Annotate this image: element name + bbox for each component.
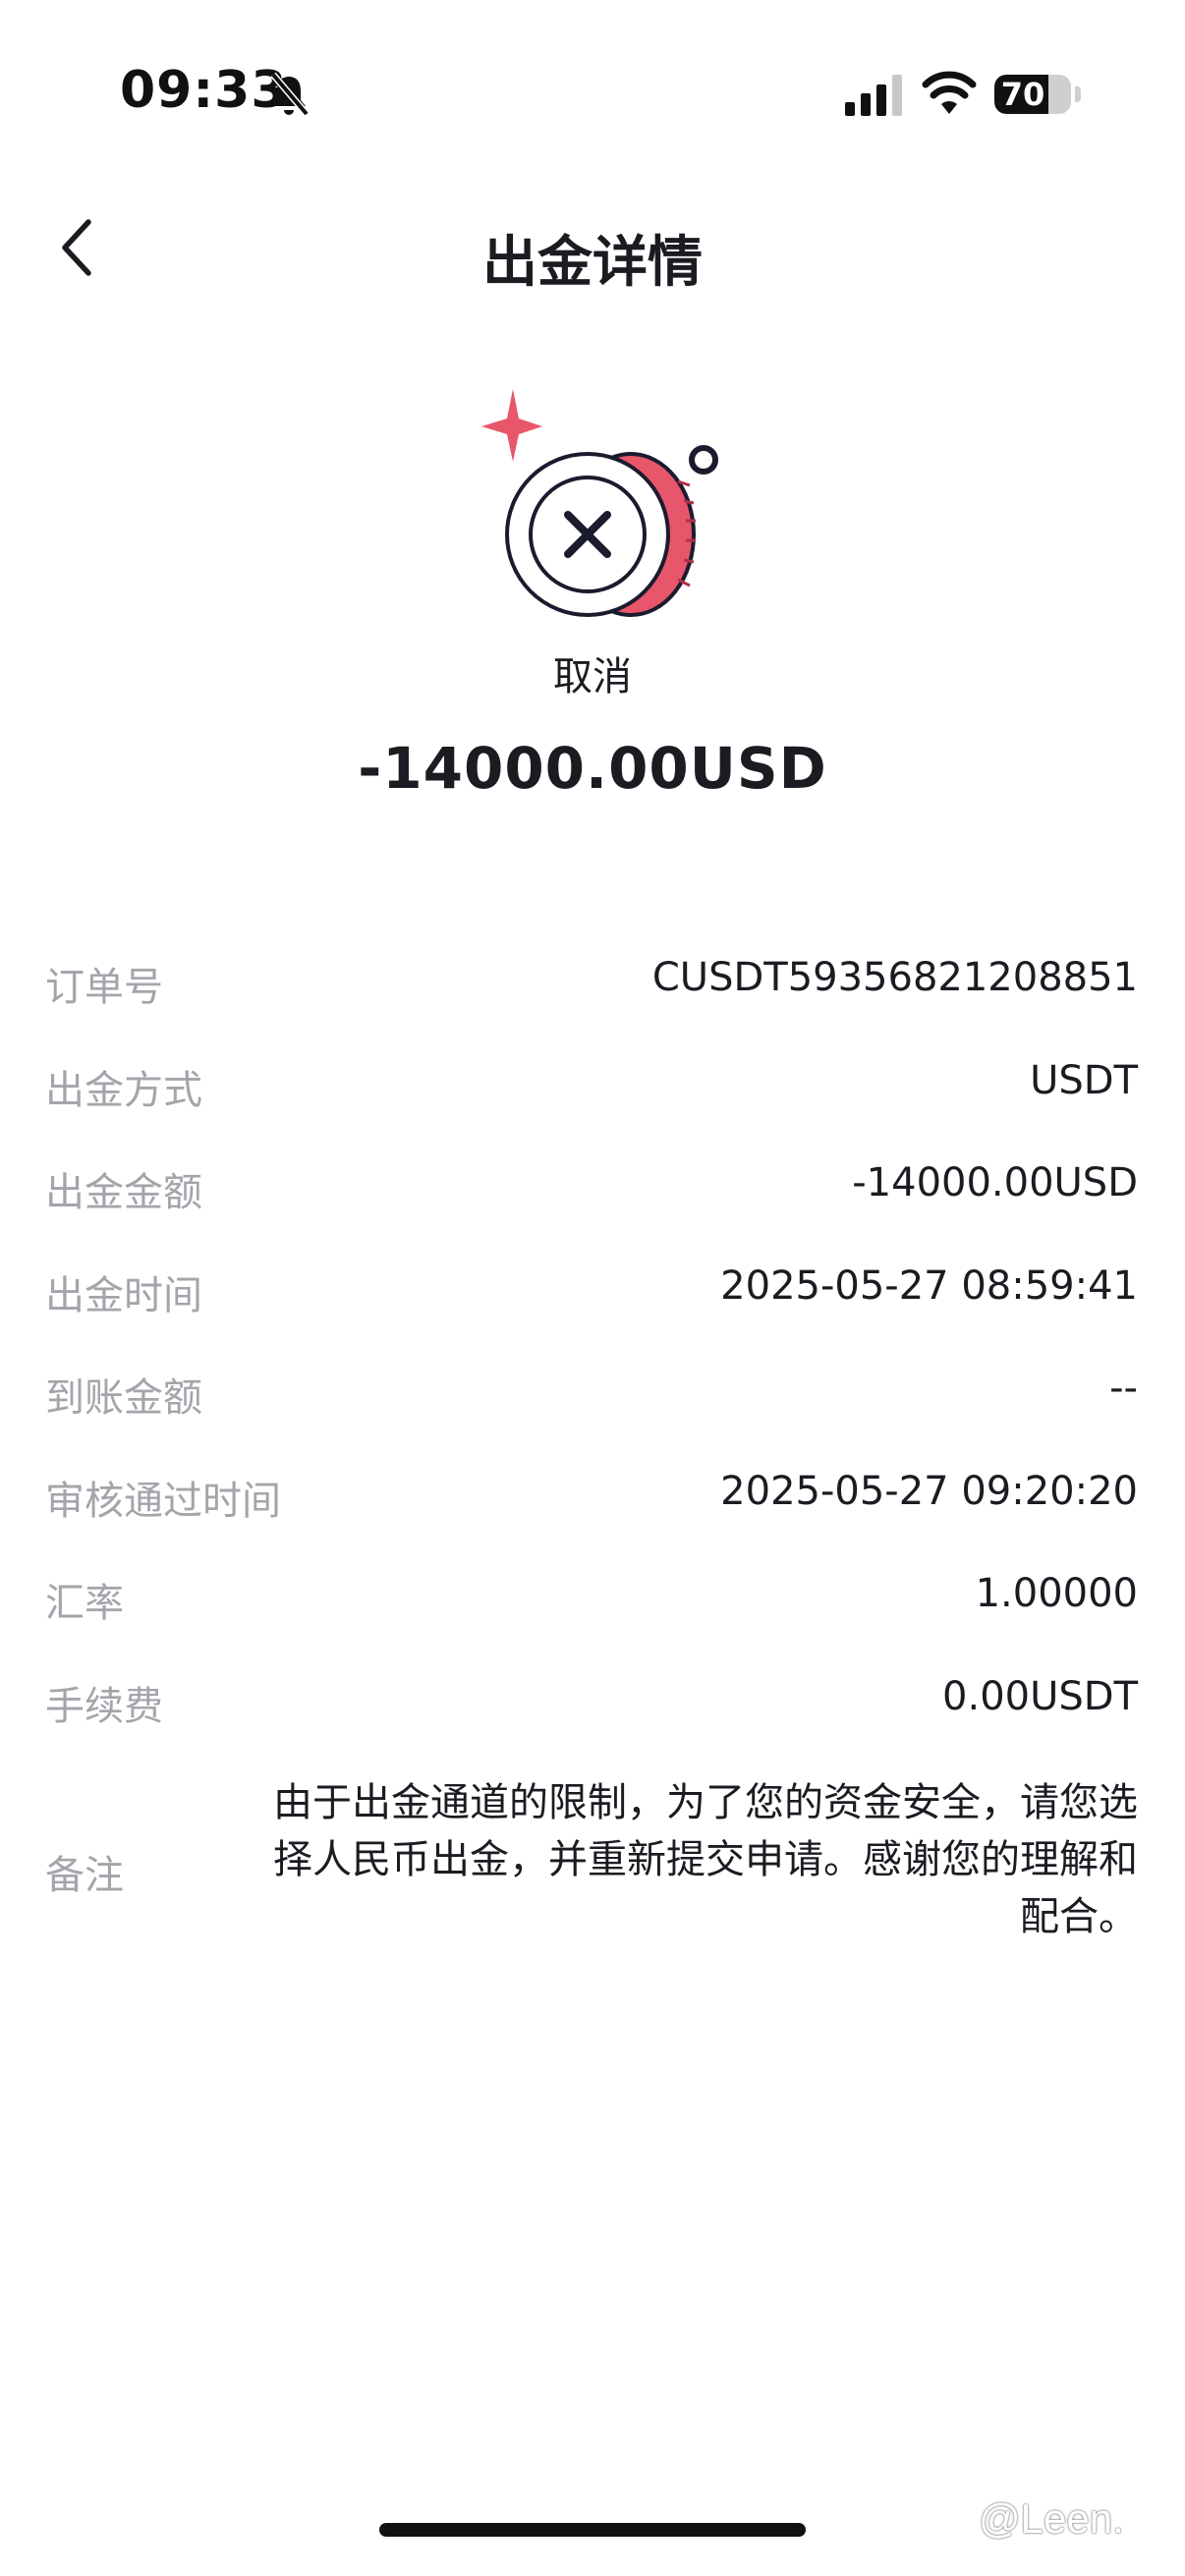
battery-icon: 70 xyxy=(994,75,1071,114)
status-bar: 09:33 70 xyxy=(0,0,1185,147)
battery-nub xyxy=(1075,86,1081,102)
detail-value: -14000.00USD xyxy=(852,1160,1138,1205)
detail-value: 0.00USDT xyxy=(942,1673,1138,1719)
detail-row-order-number: 订单号 CUSDT59356821208851 xyxy=(45,933,1138,1036)
bell-slash-icon xyxy=(270,72,310,117)
detail-value: 2025-05-27 08:59:41 xyxy=(720,1262,1138,1309)
cancelled-coin-icon xyxy=(481,389,718,617)
detail-label: 订单号 xyxy=(45,965,163,1010)
wifi-icon xyxy=(922,71,977,114)
detail-label: 汇率 xyxy=(45,1581,124,1626)
detail-row-method: 出金方式 USDT xyxy=(45,1036,1138,1140)
detail-row-note: 备注 由于出金通道的限制，为了您的资金安全，请您选择人民币出金，并重新提交申请。… xyxy=(45,1755,1138,1951)
detail-row-amount: 出金金额 -14000.00USD xyxy=(45,1139,1138,1242)
detail-row-exchange-rate: 汇率 1.00000 xyxy=(45,1549,1138,1652)
detail-value: 1.00000 xyxy=(975,1571,1138,1616)
withdrawal-detail-page: 09:33 70 出金详情 取消 -14000.00USD 订单号 CUSDT5… xyxy=(0,0,1185,2576)
note-label: 备注 xyxy=(45,1853,124,1898)
detail-label: 出金金额 xyxy=(45,1170,202,1215)
detail-value: 2025-05-27 09:20:20 xyxy=(720,1468,1138,1514)
withdrawal-amount: -14000.00USD xyxy=(358,735,827,802)
detail-row-fee: 手续费 0.00USDT xyxy=(45,1652,1138,1756)
detail-row-time: 出金时间 2025-05-27 08:59:41 xyxy=(45,1242,1138,1345)
status-time: 09:33 xyxy=(120,61,288,120)
detail-label: 出金方式 xyxy=(45,1067,202,1113)
status-label: 取消 xyxy=(553,654,632,700)
page-title: 出金详情 xyxy=(482,231,703,295)
detail-row-approval-time: 审核通过时间 2025-05-27 09:20:20 xyxy=(45,1447,1138,1550)
detail-value: CUSDT59356821208851 xyxy=(651,955,1138,1000)
detail-label: 出金时间 xyxy=(45,1272,202,1318)
home-indicator xyxy=(379,2523,806,2537)
battery-percent: 70 xyxy=(1000,76,1045,113)
detail-row-received-amount: 到账金额 -- xyxy=(45,1344,1138,1447)
detail-value: USDT xyxy=(1030,1057,1138,1103)
note-text: 由于出金通道的限制，为了您的资金安全，请您选择人民币出金，并重新提交申请。感谢您… xyxy=(273,1780,1138,1939)
watermark: @Leen. xyxy=(979,2495,1124,2542)
detail-list: 订单号 CUSDT59356821208851 出金方式 USDT 出金金额 -… xyxy=(45,933,1138,1951)
detail-label: 到账金额 xyxy=(45,1375,202,1421)
detail-label: 手续费 xyxy=(45,1683,163,1729)
cellular-signal-icon xyxy=(845,75,902,116)
detail-label: 审核通过时间 xyxy=(45,1478,281,1524)
detail-value: -- xyxy=(1109,1366,1138,1411)
